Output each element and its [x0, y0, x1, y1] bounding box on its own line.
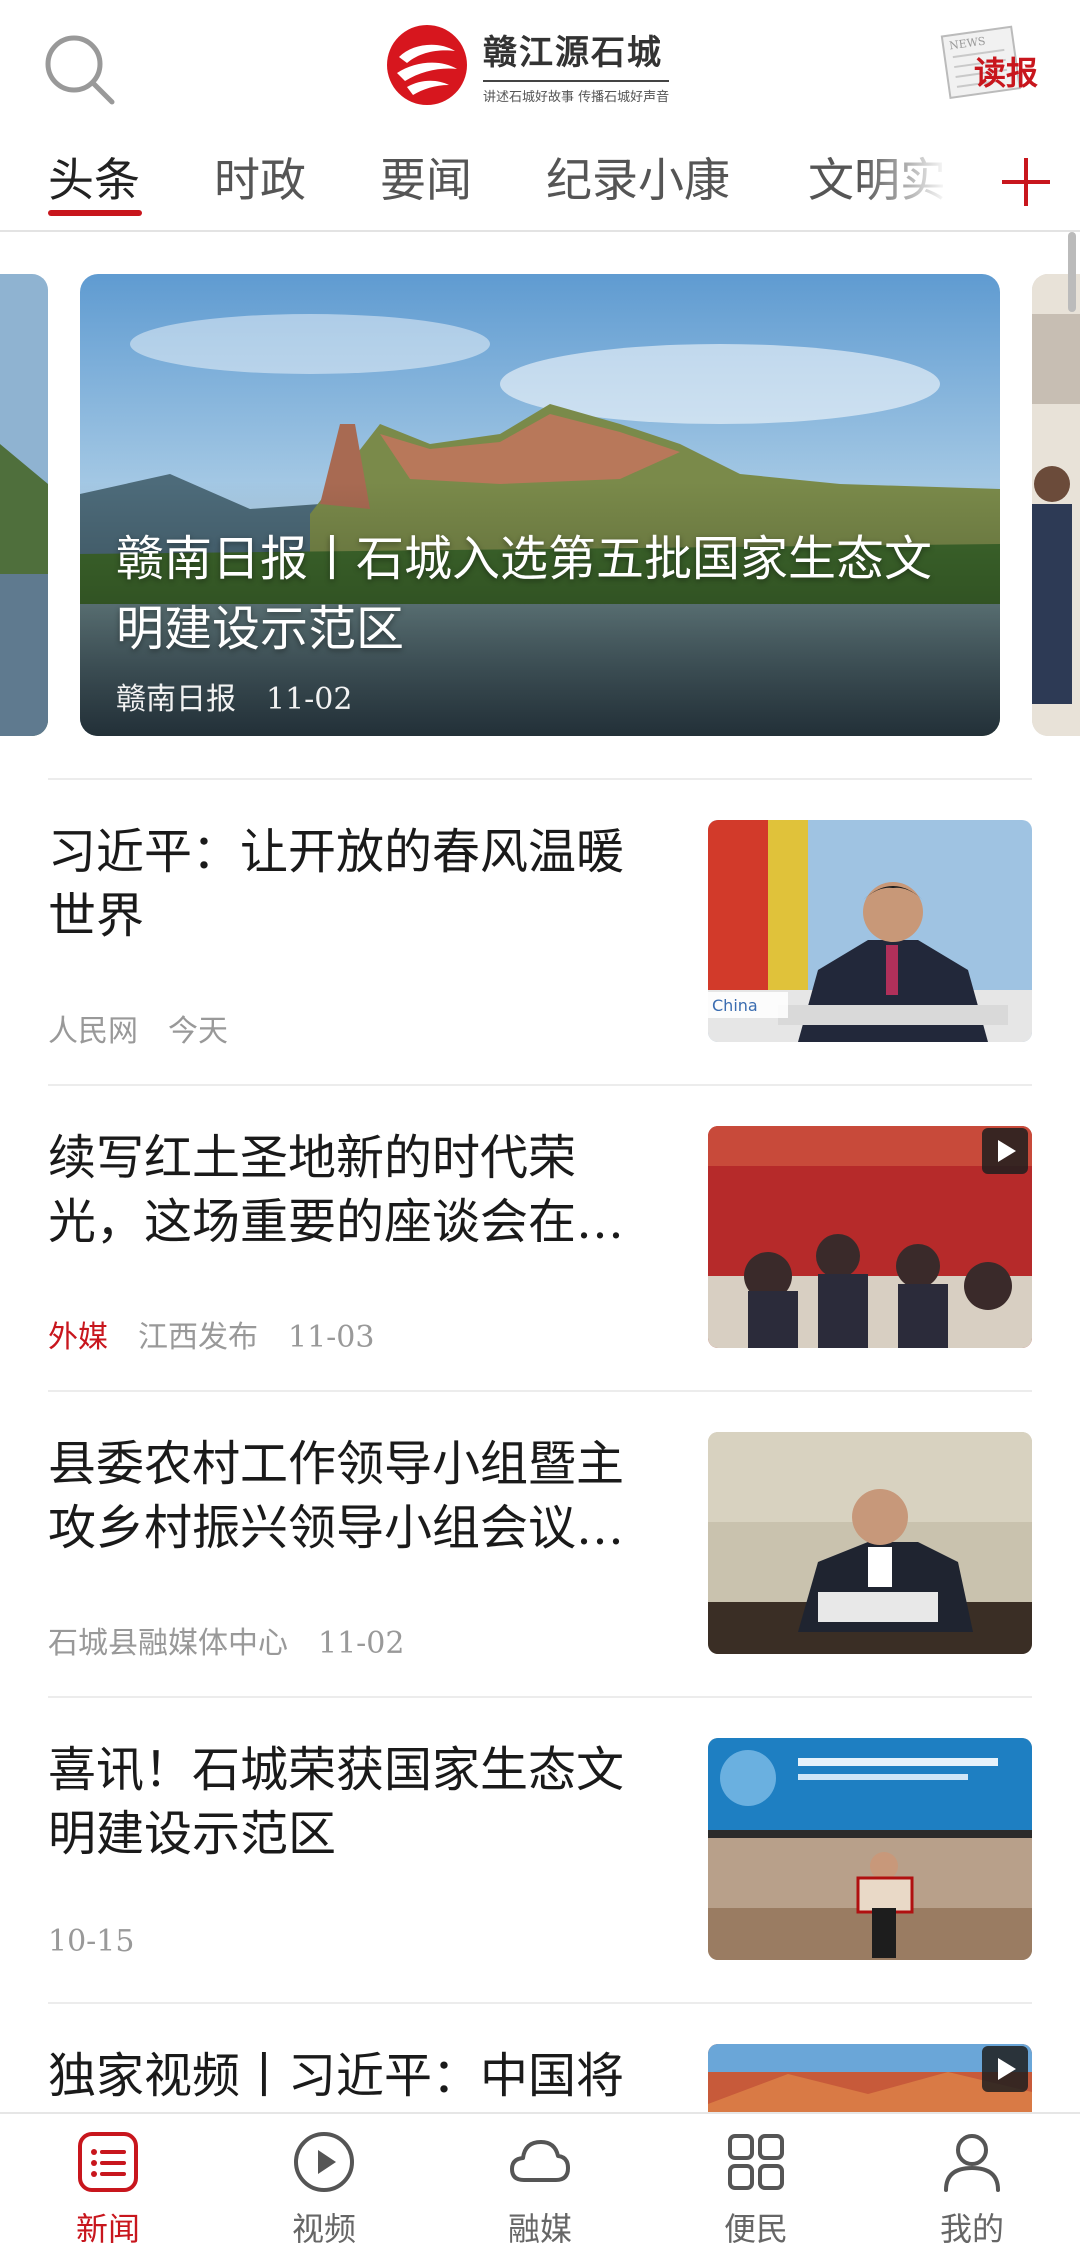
news-title: 独家视频丨习近平：中国将	[48, 2048, 625, 2104]
thumb-caption: China	[712, 996, 758, 1015]
news-date: 11-02	[318, 1626, 405, 1661]
carousel-meta: 赣南日报 11-02	[116, 674, 382, 718]
headline-carousel[interactable]: 赣南日报丨石城入选第五批国家生态文明建设示范区 赣南日报 11-02	[0, 232, 1080, 752]
carousel-next-slide[interactable]	[1032, 274, 1080, 736]
nav-services-label: 便民	[723, 2210, 788, 2247]
news-meta: 外媒 江西发布 11-03	[48, 1312, 404, 1356]
tabs-fade-overlay	[860, 130, 970, 230]
scrollbar-thumb[interactable]	[1068, 232, 1076, 312]
news-tag: 外媒	[48, 1320, 108, 1355]
plus-icon	[1002, 158, 1050, 206]
news-meta: 人民网 今天	[48, 1006, 258, 1050]
news-item[interactable]: 续写红土圣地新的时代荣光，这场重要的座谈会在… 外媒 江西发布 11-03	[0, 1084, 1080, 1390]
video-badge	[982, 1128, 1028, 1174]
news-date: 10-15	[48, 1924, 135, 1959]
news-title: 县委农村工作领导小组暨主攻乡村振兴领导小组会议…	[48, 1436, 625, 1556]
news-source: 人民网	[48, 1014, 138, 1049]
play-circle-icon	[294, 2132, 354, 2192]
news-meta: 石城县融媒体中心 11-02	[48, 1618, 434, 1662]
carousel-date: 11-02	[266, 682, 353, 717]
search-icon	[45, 35, 115, 105]
read-paper-button[interactable]: NEWS 读报	[936, 24, 1046, 104]
news-source: 石城县融媒体中心	[48, 1626, 288, 1661]
tab-headline[interactable]: 头条	[48, 144, 140, 210]
news-thumbnail	[708, 1432, 1032, 1654]
cloud-icon	[510, 2140, 570, 2182]
nav-services[interactable]: 便民	[648, 2114, 864, 2247]
news-item[interactable]: 习近平：让开放的春风温暖世界 人民网 今天 China	[0, 778, 1080, 1084]
news-title: 喜讯！石城荣获国家生态文明建设示范区	[48, 1742, 625, 1862]
logo-mark-icon	[387, 25, 467, 105]
user-icon	[944, 2134, 1000, 2192]
nav-news[interactable]: 新闻	[0, 2114, 216, 2247]
tab-record-xiaokang[interactable]: 纪录小康	[546, 144, 730, 210]
read-paper-label: 读报	[974, 54, 1039, 92]
news-thumbnail	[708, 1126, 1032, 1348]
carousel-title: 赣南日报丨石城入选第五批国家生态文明建设示范区	[116, 531, 933, 657]
prev-slide-image	[0, 274, 48, 736]
bottom-navigation: 新闻 视频 融媒 便民 我的	[0, 2112, 1080, 2247]
news-source: 江西发布	[138, 1320, 258, 1355]
carousel-prev-slide[interactable]	[0, 274, 48, 736]
app-slogan: 讲述石城好故事 传播石城好声音	[483, 80, 670, 105]
nav-video-label: 视频	[291, 2210, 356, 2247]
app-logo: 赣江源石城 讲述石城好故事 传播石城好声音	[385, 20, 670, 110]
news-thumbnail	[708, 1738, 1032, 1960]
news-item[interactable]: 县委农村工作领导小组暨主攻乡村振兴领导小组会议… 石城县融媒体中心 11-02	[0, 1390, 1080, 1696]
nav-profile-label: 我的	[939, 2210, 1004, 2247]
nav-video[interactable]: 视频	[216, 2114, 432, 2247]
news-list-icon	[78, 2132, 138, 2192]
news-item[interactable]: 喜讯！石城荣获国家生态文明建设示范区 10-15	[0, 1696, 1080, 2002]
channel-tabs: 头条 时政 要闻 纪录小康 文明实	[0, 130, 1080, 232]
play-icon	[998, 1140, 1016, 1162]
landscape-photo	[80, 274, 1000, 736]
tab-important-news[interactable]: 要闻	[380, 144, 472, 210]
news-date: 今天	[168, 1014, 228, 1049]
tab-politics[interactable]: 时政	[214, 144, 306, 210]
carousel-main-slide[interactable]: 赣南日报丨石城入选第五批国家生态文明建设示范区 赣南日报 11-02	[80, 274, 1000, 736]
nav-media-label: 融媒	[507, 2210, 572, 2247]
news-title: 习近平：让开放的春风温暖世界	[48, 824, 625, 944]
add-channel-button[interactable]	[998, 154, 1054, 210]
app-header: 赣江源石城 讲述石城好故事 传播石城好声音 NEWS 读报	[0, 0, 1080, 130]
carousel-source: 赣南日报	[116, 682, 236, 717]
news-date: 11-03	[288, 1320, 375, 1355]
video-badge	[982, 2046, 1028, 2092]
nav-news-label: 新闻	[75, 2210, 140, 2247]
app-title: 赣江源石城	[483, 33, 663, 73]
active-tab-indicator	[48, 210, 142, 216]
nav-profile[interactable]: 我的	[864, 2114, 1080, 2247]
search-button[interactable]	[40, 30, 120, 110]
news-thumbnail: China	[708, 820, 1032, 1042]
news-title: 续写红土圣地新的时代荣光，这场重要的座谈会在…	[48, 1130, 625, 1250]
grid-icon	[728, 2134, 784, 2190]
news-meta: 10-15	[48, 1924, 164, 1959]
nav-media[interactable]: 融媒	[432, 2114, 648, 2247]
next-slide-image	[1032, 274, 1080, 736]
play-icon	[998, 2058, 1016, 2080]
